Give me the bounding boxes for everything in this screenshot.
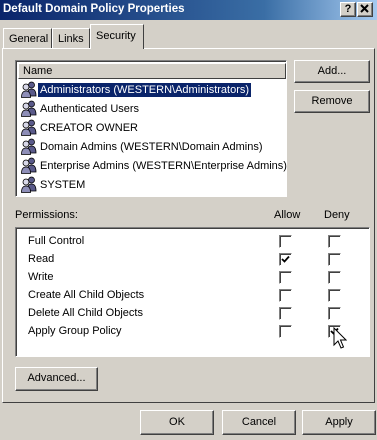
cancel-button[interactable]: Cancel (222, 410, 296, 435)
list-item-label: Enterprise Admins (WESTERN\Enterprise Ad… (40, 160, 287, 172)
list-item-label: Authenticated Users (40, 103, 140, 115)
user-group-icon (20, 81, 38, 98)
deny-column-label: Deny (324, 209, 350, 221)
list-item-label: SYSTEM (40, 179, 86, 191)
mouse-cursor-icon (333, 327, 347, 349)
properties-dialog: Default Domain Policy Properties ? Gener… (0, 0, 377, 440)
deny-checkbox[interactable] (328, 289, 341, 302)
permission-row: Apply Group Policy (28, 323, 364, 341)
allow-checkbox[interactable] (279, 271, 292, 284)
remove-button[interactable]: Remove (294, 90, 370, 113)
permission-row: Delete All Child Objects (28, 305, 364, 323)
permission-row: Write (28, 269, 364, 287)
allow-checkbox[interactable] (279, 325, 292, 338)
permission-label: Full Control (28, 235, 85, 247)
list-item[interactable]: Authenticated Users (19, 100, 285, 118)
allow-checkbox[interactable] (279, 253, 292, 266)
permission-label: Delete All Child Objects (28, 307, 143, 319)
allow-checkbox[interactable] (279, 289, 292, 302)
group-user-list[interactable]: Name Administrators (WESTERN\Administrat… (15, 60, 287, 197)
permissions-list: Full Control Read Write Create All Child Ob… (15, 227, 370, 357)
allow-checkbox[interactable] (279, 235, 292, 248)
help-button[interactable]: ? (340, 2, 356, 17)
deny-checkbox[interactable] (328, 253, 341, 266)
tab-security[interactable]: Security (90, 24, 144, 49)
permission-row: Read (28, 251, 364, 269)
list-item-label: CREATOR OWNER (40, 122, 138, 134)
permission-row: Create All Child Objects (28, 287, 364, 305)
add-button[interactable]: Add... (294, 60, 370, 83)
deny-checkbox[interactable] (328, 271, 341, 284)
tab-general[interactable]: General (3, 28, 52, 48)
close-button[interactable] (357, 2, 373, 17)
tab-links[interactable]: Links (52, 28, 90, 48)
permission-label: Create All Child Objects (28, 289, 145, 301)
list-item[interactable]: CREATOR OWNER (19, 119, 285, 137)
window-title: Default Domain Policy Properties (3, 3, 185, 15)
list-item[interactable]: Administrators (WESTERN\Administrators) (19, 81, 285, 99)
list-item[interactable]: SYSTEM (19, 176, 285, 194)
advanced-button[interactable]: Advanced... (15, 367, 98, 391)
permission-label: Apply Group Policy (28, 325, 122, 337)
user-group-icon (20, 138, 38, 155)
apply-button[interactable]: Apply (302, 410, 376, 435)
user-group-icon (20, 119, 38, 136)
permission-label: Read (28, 253, 55, 265)
list-item[interactable]: Enterprise Admins (WESTERN\Enterprise Ad… (19, 157, 287, 175)
list-item[interactable]: Domain Admins (WESTERN\Domain Admins) (19, 138, 285, 156)
permissions-label: Permissions: (15, 209, 78, 221)
name-column-header[interactable]: Name (18, 63, 286, 79)
deny-checkbox[interactable] (328, 307, 341, 320)
ok-button[interactable]: OK (140, 410, 214, 435)
list-item-label: Domain Admins (WESTERN\Domain Admins) (40, 141, 263, 153)
user-group-icon (20, 157, 38, 174)
title-bar[interactable]: Default Domain Policy Properties ? (0, 0, 377, 20)
allow-checkbox[interactable] (279, 307, 292, 320)
deny-checkbox[interactable] (328, 235, 341, 248)
user-group-icon (20, 176, 38, 193)
close-icon (360, 4, 369, 13)
user-group-icon (20, 100, 38, 117)
allow-column-label: Allow (274, 209, 301, 221)
permission-label: Write (28, 271, 54, 283)
list-item-label: Administrators (WESTERN\Administrators) (38, 83, 252, 97)
permission-row: Full Control (28, 233, 364, 251)
